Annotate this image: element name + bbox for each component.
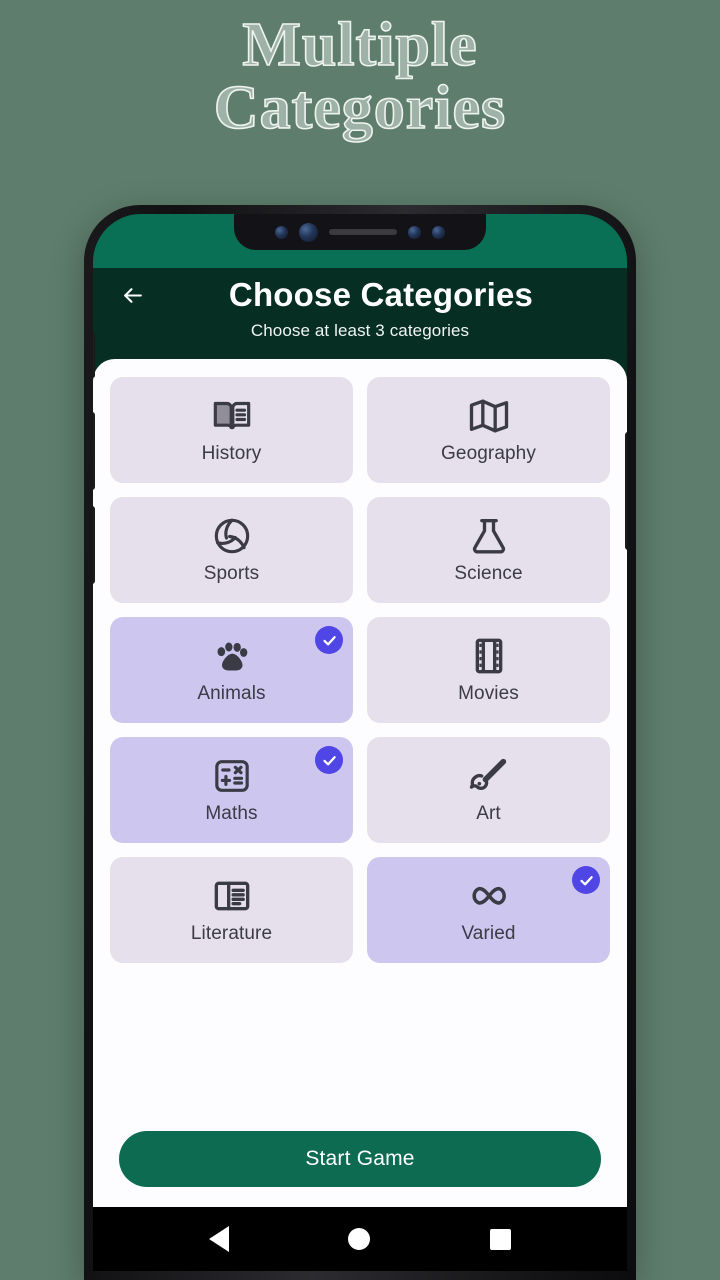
category-card-science[interactable]: Science — [367, 497, 610, 603]
infinity-icon — [469, 876, 509, 916]
phone-bezel: Choose Categories Choose at least 3 cate… — [93, 214, 627, 1271]
check-circle-icon — [315, 626, 343, 654]
content-sheet: History Geography Sports Science Animals Movi… — [93, 359, 627, 1207]
category-card-movies[interactable]: Movies — [367, 617, 610, 723]
nav-back-icon[interactable] — [208, 1226, 229, 1252]
paw-print-icon — [212, 636, 252, 676]
category-grid: History Geography Sports Science Animals Movi… — [93, 359, 627, 963]
category-card-maths[interactable]: Maths — [110, 737, 353, 843]
nav-recents-icon[interactable] — [490, 1228, 512, 1250]
phone-mockup: Choose Categories Choose at least 3 cate… — [84, 205, 636, 1280]
nav-home-icon[interactable] — [348, 1228, 371, 1250]
category-card-art[interactable]: Art — [367, 737, 610, 843]
camera-lens-icon-main — [299, 222, 318, 242]
android-nav-bar — [93, 1207, 627, 1271]
page-title: Choose Categories — [228, 276, 534, 313]
silent-switch-button[interactable] — [93, 332, 95, 378]
app-bar-row: Choose Categories — [93, 274, 627, 316]
category-label: Varied — [461, 922, 516, 944]
camera-lens-icon-3 — [432, 225, 445, 239]
app-bar: Choose Categories Choose at least 3 cate… — [93, 268, 627, 359]
category-label: Literature — [190, 922, 273, 944]
earpiece-speaker-icon — [329, 229, 397, 235]
category-card-literature[interactable]: Literature — [110, 857, 353, 963]
status-bar — [93, 214, 627, 268]
volume-up-button[interactable] — [93, 412, 95, 490]
promo-headline-line-2: Categories — [213, 74, 507, 143]
camera-lens-icon-2 — [408, 225, 421, 239]
category-label: Sports — [203, 562, 260, 584]
category-card-history[interactable]: History — [110, 377, 353, 483]
category-label: Art — [476, 802, 501, 824]
power-button[interactable] — [625, 432, 627, 550]
promo-headline: Multiple Categories — [0, 11, 720, 143]
map-icon — [469, 396, 509, 436]
cta-container: Start Game — [93, 1131, 627, 1207]
page-subtitle: Choose at least 3 categories — [250, 321, 470, 340]
category-label: Movies — [458, 682, 519, 704]
category-label: Science — [454, 562, 523, 584]
category-card-geography[interactable]: Geography — [367, 377, 610, 483]
category-label: History — [201, 442, 262, 464]
film-strip-icon — [469, 636, 509, 676]
category-card-varied[interactable]: Varied — [367, 857, 610, 963]
category-card-animals[interactable]: Animals — [110, 617, 353, 723]
sheet-spacer — [93, 963, 627, 1131]
start-game-button[interactable]: Start Game — [119, 1131, 601, 1187]
check-circle-icon — [572, 866, 600, 894]
camera-lens-icon — [275, 225, 288, 239]
promo-headline-line-1: Multiple — [242, 11, 478, 79]
check-circle-icon — [315, 746, 343, 774]
phone-screen: Choose Categories Choose at least 3 cate… — [93, 214, 627, 1271]
category-label: Maths — [205, 802, 258, 824]
category-label: Geography — [441, 442, 536, 464]
volleyball-icon — [212, 516, 252, 556]
book-open-icon — [212, 396, 252, 436]
phone-notch — [234, 214, 486, 250]
article-icon — [212, 876, 252, 916]
flask-icon — [469, 516, 509, 556]
volume-down-button[interactable] — [93, 506, 95, 584]
paintbrush-icon — [469, 756, 509, 796]
calculator-icon — [212, 756, 252, 796]
category-label: Animals — [197, 682, 266, 704]
category-card-sports[interactable]: Sports — [110, 497, 353, 603]
